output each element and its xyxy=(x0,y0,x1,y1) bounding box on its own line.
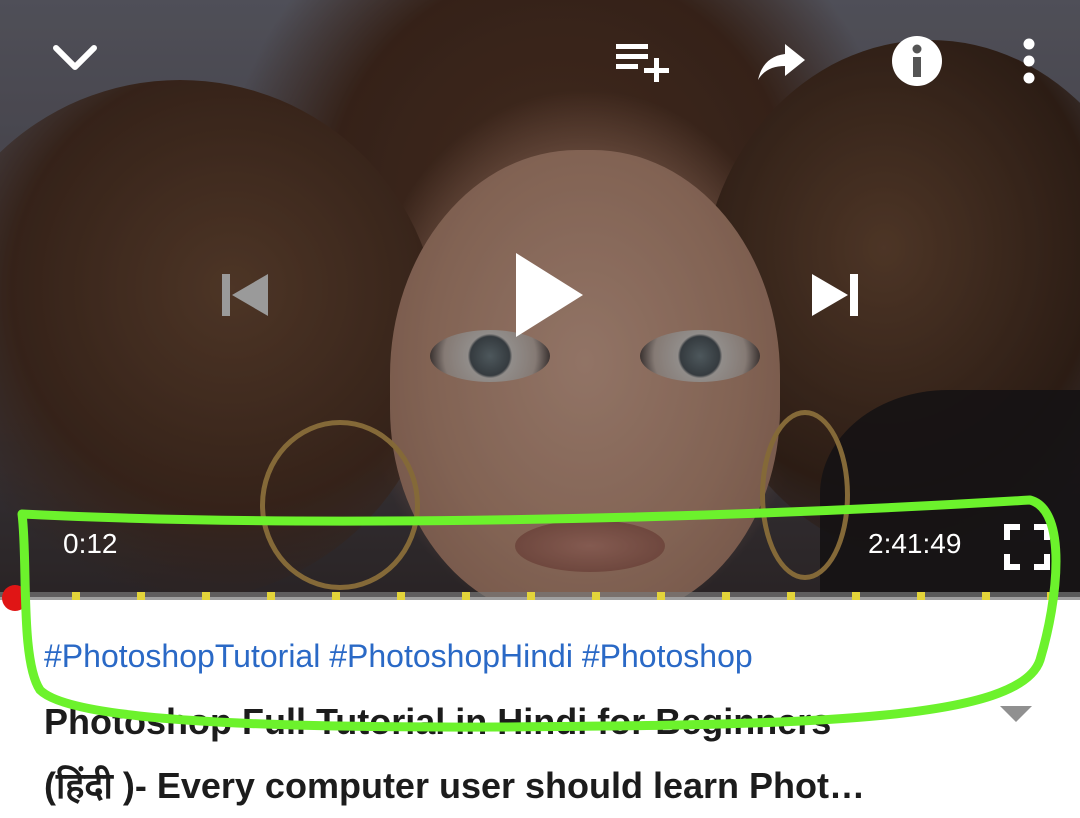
playlist-add-icon[interactable] xyxy=(614,40,672,84)
chapter-mark xyxy=(917,592,925,600)
expand-description-icon[interactable] xyxy=(1000,706,1032,722)
chapter-mark xyxy=(982,592,990,600)
chapter-mark xyxy=(332,592,340,600)
video-title-line-2: (हिंदी )- Every computer user should lea… xyxy=(44,765,866,806)
chapter-mark xyxy=(1047,592,1055,600)
chapter-mark xyxy=(72,592,80,600)
chapter-mark xyxy=(527,592,535,600)
share-icon[interactable] xyxy=(755,40,807,84)
current-time: 0:12 xyxy=(63,528,118,559)
chapter-mark xyxy=(202,592,210,600)
chapter-mark xyxy=(462,592,470,600)
chapter-mark xyxy=(787,592,795,600)
info-icon[interactable] xyxy=(890,34,944,88)
progress-scrubber[interactable] xyxy=(2,585,28,611)
more-vert-icon[interactable] xyxy=(1016,36,1042,86)
duration: 2:41:49 xyxy=(868,528,962,559)
video-title[interactable]: Photoshop Full Tutorial in Hindi for Beg… xyxy=(44,690,944,818)
chapter-mark xyxy=(722,592,730,600)
hashtags[interactable]: #PhotoshopTutorial #PhotoshopHindi #Phot… xyxy=(44,638,753,675)
chevron-down-icon[interactable] xyxy=(50,38,100,78)
skip-next-icon[interactable] xyxy=(808,270,860,320)
chapter-mark xyxy=(592,592,600,600)
video-title-line-1: Photoshop Full Tutorial in Hindi for Beg… xyxy=(44,701,832,742)
chapter-mark xyxy=(852,592,860,600)
fullscreen-icon[interactable] xyxy=(1004,524,1050,570)
chapter-mark xyxy=(267,592,275,600)
chapter-mark xyxy=(137,592,145,600)
progress-bar[interactable] xyxy=(0,592,1080,600)
video-player[interactable]: 0:12 2:41:49 xyxy=(0,0,1080,597)
play-icon[interactable] xyxy=(512,250,586,340)
chapter-mark xyxy=(397,592,405,600)
chapter-mark xyxy=(657,592,665,600)
skip-previous-icon[interactable] xyxy=(220,270,272,320)
